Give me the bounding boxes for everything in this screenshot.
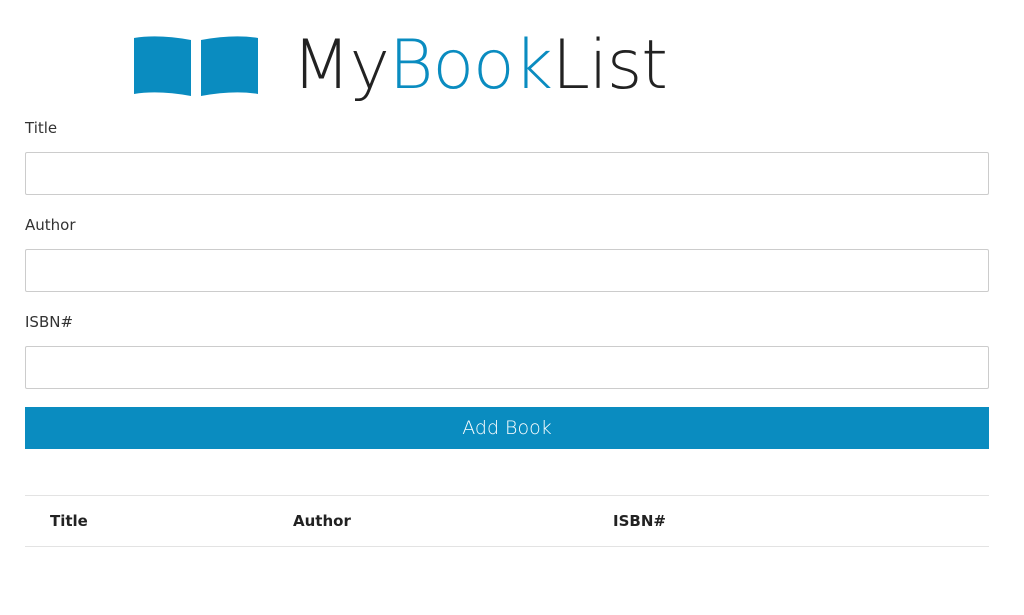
title-input[interactable] xyxy=(25,152,989,195)
brand-name-prefix: My xyxy=(292,26,390,105)
column-header-author: Author xyxy=(293,512,351,530)
table-header-row: Title Author ISBN# xyxy=(25,496,989,547)
author-input[interactable] xyxy=(25,249,989,292)
column-header-isbn: ISBN# xyxy=(613,512,666,530)
add-book-form: Title Author ISBN# Add Book xyxy=(25,112,989,449)
isbn-input[interactable] xyxy=(25,346,989,389)
column-header-title: Title xyxy=(50,512,88,530)
title-label: Title xyxy=(25,119,58,137)
brand-name-suffix: List xyxy=(552,26,668,105)
table-header: Title Author ISBN# xyxy=(25,496,989,547)
book-list-table: Title Author ISBN# xyxy=(25,495,989,547)
brand-name: MyBookList xyxy=(292,32,668,100)
isbn-label: ISBN# xyxy=(25,313,74,331)
open-book-icon xyxy=(134,36,258,96)
app-root: MyBookList Title Author ISBN# Add Book T… xyxy=(0,0,1024,615)
brand-logo: MyBookList xyxy=(128,26,668,106)
add-book-button[interactable]: Add Book xyxy=(25,407,989,449)
author-label: Author xyxy=(25,216,76,234)
brand-name-accent: Book xyxy=(388,26,553,105)
